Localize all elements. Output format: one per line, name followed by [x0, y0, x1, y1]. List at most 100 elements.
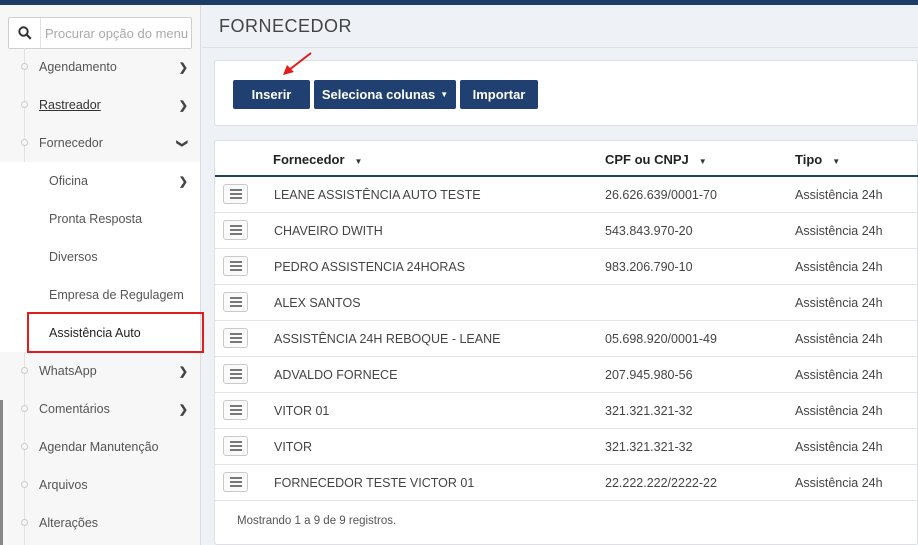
column-header-fornecedor[interactable]: Fornecedor ▼ [273, 152, 362, 167]
sidebar-item-label: Oficina [49, 174, 88, 188]
sidebar-scrollbar[interactable] [0, 400, 3, 545]
sidebar-item-label: Pronta Resposta [49, 212, 143, 226]
red-arrow-annotation-icon [283, 52, 312, 75]
row-menu-icon[interactable] [223, 184, 248, 204]
column-header-label: Tipo [795, 152, 823, 167]
sidebar-item-alteracoes[interactable]: Alterações [0, 504, 200, 542]
sidebar-item-agendar-manutencao[interactable]: Agendar Manutenção [0, 428, 200, 466]
cell-fornecedor: VITOR 01 [274, 404, 330, 418]
cell-fornecedor: FORNECEDOR TESTE VICTOR 01 [274, 476, 475, 490]
insert-button-label: Inserir [251, 87, 292, 102]
sidebar-item-label: Empresa de Regulagem [49, 288, 184, 302]
table-row[interactable]: VITOR 321.321.321-32 Assistência 24h [215, 429, 918, 465]
sidebar-item-agendamento[interactable]: Agendamento ❯ [0, 48, 200, 86]
toolbar-panel: Inserir Seleciona colunas ▼ Importar [214, 60, 918, 126]
table-row[interactable]: LEANE ASSISTÊNCIA AUTO TESTE 26.626.639/0… [215, 177, 918, 213]
search-box[interactable] [8, 17, 192, 49]
row-menu-icon[interactable] [223, 256, 248, 276]
cell-cpf-cnpj: 321.321.321-32 [605, 404, 693, 418]
caret-down-icon: ▼ [440, 90, 449, 99]
tree-dot [21, 367, 28, 374]
row-menu-icon[interactable] [223, 472, 248, 492]
sidebar-item-label: WhatsApp [39, 364, 97, 378]
cell-cpf-cnpj: 207.945.980-56 [605, 368, 693, 382]
cell-fornecedor: PEDRO ASSISTENCIA 24HORAS [274, 260, 466, 274]
chevron-right-icon: ❯ [178, 404, 188, 416]
cell-cpf-cnpj: 543.843.970-20 [605, 224, 693, 238]
sidebar-item-pronta-resposta[interactable]: Pronta Resposta [0, 200, 200, 238]
column-header-cpf-cnpj[interactable]: CPF ou CNPJ ▼ [605, 152, 707, 167]
sidebar-item-label: Comentários [39, 402, 110, 416]
cell-tipo: Assistência 24h [795, 224, 883, 238]
sidebar-item-arquivos[interactable]: Arquivos [0, 466, 200, 504]
data-table: Fornecedor ▼ CPF ou CNPJ ▼ Tipo ▼ LEANE ASS… [214, 140, 918, 545]
sidebar-item-fornecedor[interactable]: Fornecedor ❯ [0, 124, 200, 162]
cell-tipo: Assistência 24h [795, 332, 883, 346]
tree-dot [21, 519, 28, 526]
sidebar-item-diversos[interactable]: Diversos [0, 238, 200, 276]
cell-fornecedor: VITOR [274, 440, 312, 454]
cell-fornecedor: ALEX SANTOS [274, 296, 361, 310]
cell-cpf-cnpj: 05.698.920/0001-49 [605, 332, 717, 346]
row-menu-icon[interactable] [223, 292, 248, 312]
sidebar-item-label: Fornecedor [39, 136, 103, 150]
cell-tipo: Assistência 24h [795, 188, 883, 202]
cell-cpf-cnpj: 22.222.222/2222-22 [605, 476, 717, 490]
insert-button[interactable]: Inserir [233, 80, 310, 109]
table-row[interactable]: ALEX SANTOS Assistência 24h [215, 285, 918, 321]
tree-dot [21, 481, 28, 488]
table-row[interactable]: VITOR 01 321.321.321-32 Assistência 24h [215, 393, 918, 429]
row-menu-icon[interactable] [223, 220, 248, 240]
tree-dot [21, 405, 28, 412]
row-menu-icon[interactable] [223, 364, 248, 384]
column-header-label: Fornecedor [273, 152, 345, 167]
tree-dot [21, 139, 28, 146]
sort-icon: ▼ [698, 157, 707, 166]
table-row[interactable]: CHAVEIRO DWITH 543.843.970-20 Assistência … [215, 213, 918, 249]
select-columns-button[interactable]: Seleciona colunas ▼ [314, 80, 456, 109]
cell-tipo: Assistência 24h [795, 296, 883, 310]
chevron-right-icon: ❯ [178, 366, 188, 378]
table-header: Fornecedor ▼ CPF ou CNPJ ▼ Tipo ▼ [215, 141, 918, 177]
page-title: FORNECEDOR [219, 16, 353, 36]
chevron-down-icon: ❯ [175, 138, 188, 149]
cell-tipo: Assistência 24h [795, 260, 883, 274]
cell-cpf-cnpj: 321.321.321-32 [605, 440, 693, 454]
sidebar-item-label: Agendar Manutenção [39, 440, 159, 454]
sidebar-item-oficina[interactable]: Oficina ❯ [0, 162, 200, 200]
table-row[interactable]: ASSISTÊNCIA 24H REBOQUE - LEANE 05.698.92… [215, 321, 918, 357]
cell-cpf-cnpj: 983.206.790-10 [605, 260, 693, 274]
sidebar-item-comentarios[interactable]: Comentários ❯ [0, 390, 200, 428]
sidebar-item-label: Rastreador [39, 98, 101, 112]
sidebar-item-label: Diversos [49, 250, 98, 264]
column-header-tipo[interactable]: Tipo ▼ [795, 152, 840, 167]
chevron-right-icon: ❯ [178, 100, 188, 112]
sidebar-item-label: Alterações [39, 516, 99, 530]
import-button[interactable]: Importar [460, 80, 538, 109]
tree-dot [21, 101, 28, 108]
sidebar-item-label: Agendamento [39, 60, 117, 74]
sidebar-item-empresa-de-regulagem[interactable]: Empresa de Regulagem [0, 276, 200, 314]
sidebar-item-rastreador[interactable]: Rastreador ❯ [0, 86, 200, 124]
table-footer-info: Mostrando 1 a 9 de 9 registros. [237, 515, 397, 527]
highlight-annotation-box [27, 312, 204, 353]
chevron-right-icon: ❯ [178, 62, 188, 74]
tree-dot [21, 63, 28, 70]
search-icon[interactable] [9, 18, 41, 48]
table-row[interactable]: ADVALDO FORNECE 207.945.980-56 Assistência… [215, 357, 918, 393]
row-menu-icon[interactable] [223, 328, 248, 348]
chevron-right-icon: ❯ [178, 176, 188, 188]
cell-tipo: Assistência 24h [795, 404, 883, 418]
cell-fornecedor: CHAVEIRO DWITH [274, 224, 383, 238]
search-input[interactable] [45, 24, 191, 42]
row-menu-icon[interactable] [223, 436, 248, 456]
sidebar-item-whatsapp[interactable]: WhatsApp ❯ [0, 352, 200, 390]
row-menu-icon[interactable] [223, 400, 248, 420]
cell-tipo: Assistência 24h [795, 368, 883, 382]
cell-fornecedor: LEANE ASSISTÊNCIA AUTO TESTE [274, 188, 481, 202]
divider [202, 47, 918, 48]
table-row[interactable]: FORNECEDOR TESTE VICTOR 01 22.222.222/222… [215, 465, 918, 501]
cell-fornecedor: ADVALDO FORNECE [274, 368, 398, 382]
table-row[interactable]: PEDRO ASSISTENCIA 24HORAS 983.206.790-10 A… [215, 249, 918, 285]
sidebar-item-label: Arquivos [39, 478, 88, 492]
